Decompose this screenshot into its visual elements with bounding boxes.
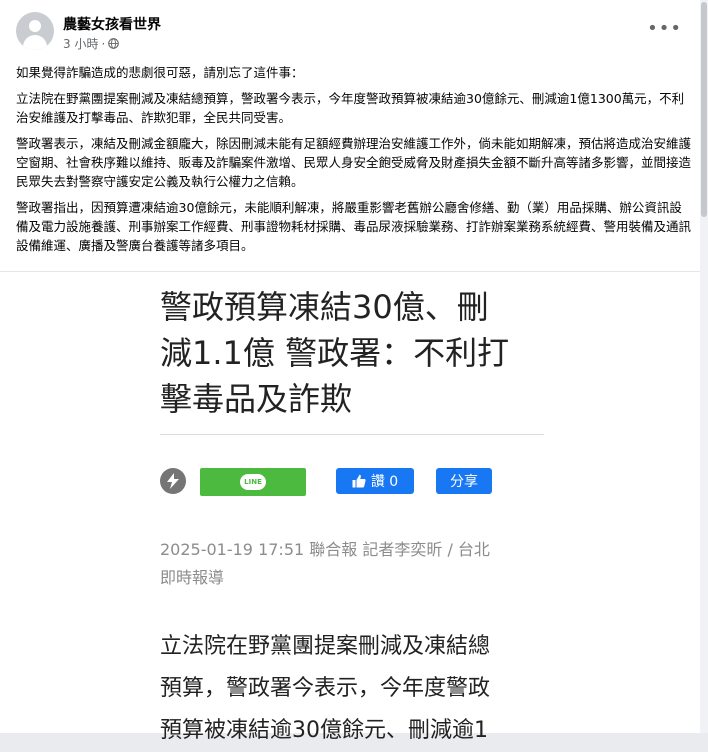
avatar-head-shape [29, 20, 41, 32]
lede-line: 預算，警政署今表示，今年度警政 [160, 676, 491, 701]
headline-line: 擊毒品及詐欺 [160, 380, 353, 418]
author-avatar[interactable] [16, 12, 54, 50]
shared-article-image[interactable]: 警政預算凍結30億、刪 減1.1億 警政署：不利打 擊毒品及詐欺 LINE 讚 … [0, 272, 700, 743]
scrollbar-thumb[interactable] [701, 2, 707, 217]
scrollbar[interactable] [700, 0, 708, 733]
lede-line: 立法院在野黨團提案刪減及凍結總 [160, 634, 491, 659]
author-name[interactable]: 農藝女孩看世界 [63, 14, 161, 34]
like-label: 讚 0 [370, 474, 399, 490]
post-meta: 3 小時 · [63, 35, 120, 52]
post-paragraph: 警政署表示，凍結及刪減金額龐大，除因刪減未能有足額經費辦理治安維護工作外，倘未能… [16, 136, 692, 189]
article-byline: 2025-01-19 17:51 聯合報 記者李奕昕 / 台北 即時報導 [160, 536, 560, 592]
facebook-post: 農藝女孩看世界 3 小時 · ••• 如果覺得詐騙造成的悲劇很可惡，請別忘了這件… [0, 0, 701, 743]
avatar-body-shape [23, 35, 47, 50]
globe-icon[interactable] [108, 38, 120, 49]
like-button[interactable]: 讚 0 [336, 468, 414, 494]
share-label: 分享 [450, 474, 478, 490]
article-headline: 警政預算凍結30億、刪 減1.1億 警政署：不利打 擊毒品及詐欺 [160, 284, 560, 422]
thumbs-up-icon [352, 474, 366, 488]
headline-line: 警政預算凍結30億、刪 [160, 288, 489, 326]
post-paragraph: 警政署指出，因預算遭凍結逾30億餘元，未能順利解凍，將嚴重影響老舊辦公廳舍修繕、… [16, 200, 692, 253]
post-text: 如果覺得詐騙造成的悲劇很可惡，請別忘了這件事： 立法院在野黨團提案刪減及凍結總預… [16, 63, 692, 262]
post-header: 農藝女孩看世界 3 小時 · ••• [16, 12, 684, 56]
lightning-icon[interactable] [160, 468, 186, 494]
line-share-button[interactable]: LINE [200, 468, 306, 496]
more-horizontal-icon[interactable]: ••• [647, 18, 682, 39]
share-button[interactable]: 分享 [436, 468, 492, 494]
line-icon: LINE [240, 474, 266, 490]
article-lede: 立法院在野黨團提案刪減及凍結總 預算，警政署今表示，今年度警政 預算被凍結逾30… [160, 626, 560, 752]
byline-line: 即時報導 [160, 568, 225, 587]
article-share-row: LINE 讚 0 分享 [160, 468, 560, 496]
post-time[interactable]: 3 小時 [63, 35, 98, 52]
meta-separator: · [101, 36, 106, 51]
byline-line: 2025-01-19 17:51 聯合報 記者李奕昕 / 台北 [160, 540, 490, 559]
headline-line: 減1.1億 警政署：不利打 [160, 334, 510, 372]
lede-line: 預算被凍結逾30億餘元、刪減逾1 [160, 718, 488, 743]
post-paragraph: 如果覺得詐騙造成的悲劇很可惡，請別忘了這件事： [16, 65, 304, 80]
post-paragraph: 立法院在野黨團提案刪減及凍結總預算，警政署今表示，今年度警政預算被凍結逾30億餘… [16, 91, 685, 125]
article-rule [160, 434, 544, 435]
